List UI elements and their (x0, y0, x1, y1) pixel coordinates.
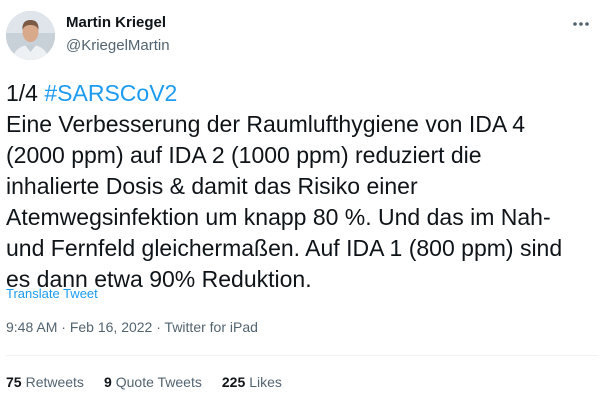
tweet-meta: 9:48 AM · Feb 16, 2022 · Twitter for iPa… (6, 319, 258, 335)
meta-separator: · (152, 319, 165, 335)
tweet-time[interactable]: 9:48 AM (6, 319, 57, 335)
more-options-button[interactable] (569, 14, 593, 34)
meta-separator: · (57, 319, 70, 335)
hashtag-link[interactable]: #SARSCoV2 (44, 80, 177, 106)
translate-tweet-link[interactable]: Translate Tweet (6, 286, 98, 301)
tweet-line: 1/4 #SARSCoV2 (6, 78, 598, 109)
avatar[interactable] (6, 11, 55, 60)
tweet-text: 1/4 #SARSCoV2 Eine Verbesserung der Raum… (6, 78, 598, 295)
likes-label: Likes (249, 374, 282, 390)
quote-tweets-label: Quote Tweets (115, 374, 202, 390)
tweet-line: inhalierte Dosis & damit das Risiko eine… (6, 173, 418, 199)
tweet-date[interactable]: Feb 16, 2022 (70, 319, 153, 335)
avatar-photo (6, 11, 55, 60)
retweets-count: 75 (6, 374, 22, 390)
tweet-stats: 75 Retweets 9 Quote Tweets 225 Likes (6, 374, 302, 390)
tweet-line: Atemwegsinfektion um knapp 80 %. Und das… (6, 204, 551, 230)
divider (6, 355, 598, 356)
tweet-line: und Fernfeld gleichermaßen. Auf IDA 1 (8… (6, 235, 563, 261)
tweet-source[interactable]: Twitter for iPad (165, 319, 258, 335)
author-name[interactable]: Martin Kriegel (66, 14, 166, 31)
quote-tweets-count: 9 (103, 374, 112, 390)
retweets-label: Retweets (25, 374, 84, 390)
tweet-line: (2000 ppm) auf IDA 2 (1000 ppm) reduzier… (6, 142, 482, 168)
tweet-line: Eine Verbesserung der Raumlufthygiene vo… (6, 111, 526, 137)
thread-counter: 1/4 (6, 80, 45, 106)
retweets-stat[interactable]: 75 Retweets (6, 374, 84, 390)
likes-count: 225 (221, 374, 246, 390)
more-horizontal-icon (573, 22, 589, 26)
quote-tweets-stat[interactable]: 9 Quote Tweets (104, 374, 202, 390)
likes-stat[interactable]: 225 Likes (222, 374, 282, 390)
author-handle[interactable]: @KriegelMartin (66, 37, 170, 54)
